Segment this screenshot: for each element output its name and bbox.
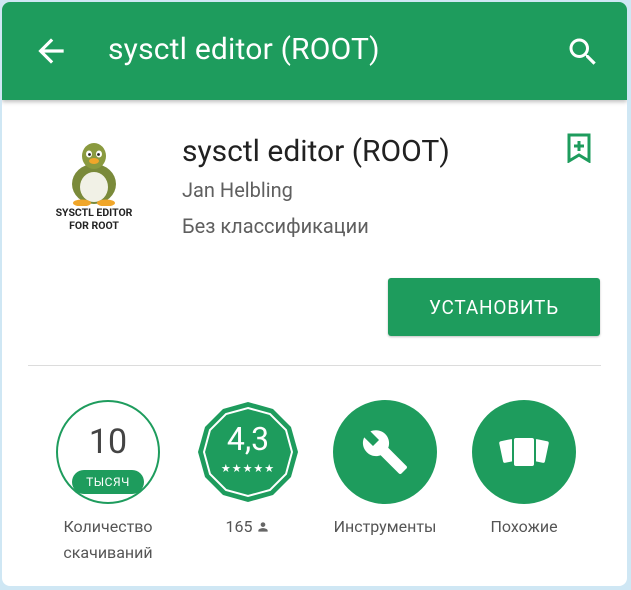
- similar-stat[interactable]: Похожие: [464, 400, 584, 540]
- back-button[interactable]: [32, 32, 70, 70]
- downloads-label-line2: скачиваний: [63, 543, 153, 562]
- penguin-icon: [72, 143, 116, 207]
- downloads-unit: ТЫСЯЧ: [72, 470, 144, 494]
- rating-badge-icon: 4,3 ★★★★★: [196, 400, 300, 504]
- downloads-label: Количество скачиваний: [48, 514, 168, 566]
- wishlist-button[interactable]: [566, 133, 592, 164]
- app-category: Без классификации: [182, 214, 369, 238]
- downloads-count: 10: [88, 422, 128, 462]
- app-details-screen: sysctl editor (ROOT) SYSCTL EDITOR FOR R…: [2, 2, 627, 586]
- downloads-label-line1: Количество: [63, 517, 153, 536]
- downloads-badge-icon: 10 ТЫСЯЧ: [56, 400, 160, 504]
- app-developer-link[interactable]: Jan Helbling: [182, 178, 293, 202]
- search-icon: [569, 38, 596, 65]
- downloads-stat: 10 ТЫСЯЧ Количество скачиваний: [48, 400, 168, 566]
- app-icon: SYSCTL EDITOR FOR ROOT: [40, 140, 148, 240]
- rating-stat[interactable]: 4,3 ★★★★★ 165: [188, 400, 308, 540]
- person-icon: [258, 522, 269, 532]
- category-stat[interactable]: Инструменты: [325, 400, 445, 540]
- category-badge: [333, 400, 437, 504]
- rating-stars: ★★★★★: [220, 462, 276, 475]
- rating-count-label: 165: [188, 514, 308, 540]
- search-button[interactable]: [565, 34, 601, 70]
- app-bar: sysctl editor (ROOT): [2, 2, 627, 100]
- app-icon-caption: SYSCTL EDITOR FOR ROOT: [40, 206, 148, 232]
- arrow-left-icon: [38, 38, 64, 64]
- rating-value: 4,3: [226, 420, 270, 458]
- search-query-title[interactable]: sysctl editor (ROOT): [108, 30, 380, 70]
- divider: [28, 365, 601, 366]
- bookmark-plus-icon: [567, 133, 591, 164]
- cards-icon: [499, 436, 549, 468]
- install-button[interactable]: УСТАНОВИТЬ: [388, 278, 600, 336]
- similar-badge: [472, 400, 576, 504]
- wrench-icon: [362, 430, 407, 474]
- rating-count: 165: [225, 517, 253, 536]
- app-icon-caption-line2: FOR ROOT: [69, 219, 119, 232]
- app-icon-caption-line1: SYSCTL EDITOR: [55, 206, 133, 219]
- category-label: Инструменты: [333, 517, 437, 536]
- similar-label: Похожие: [490, 517, 558, 536]
- app-title: sysctl editor (ROOT): [182, 134, 450, 169]
